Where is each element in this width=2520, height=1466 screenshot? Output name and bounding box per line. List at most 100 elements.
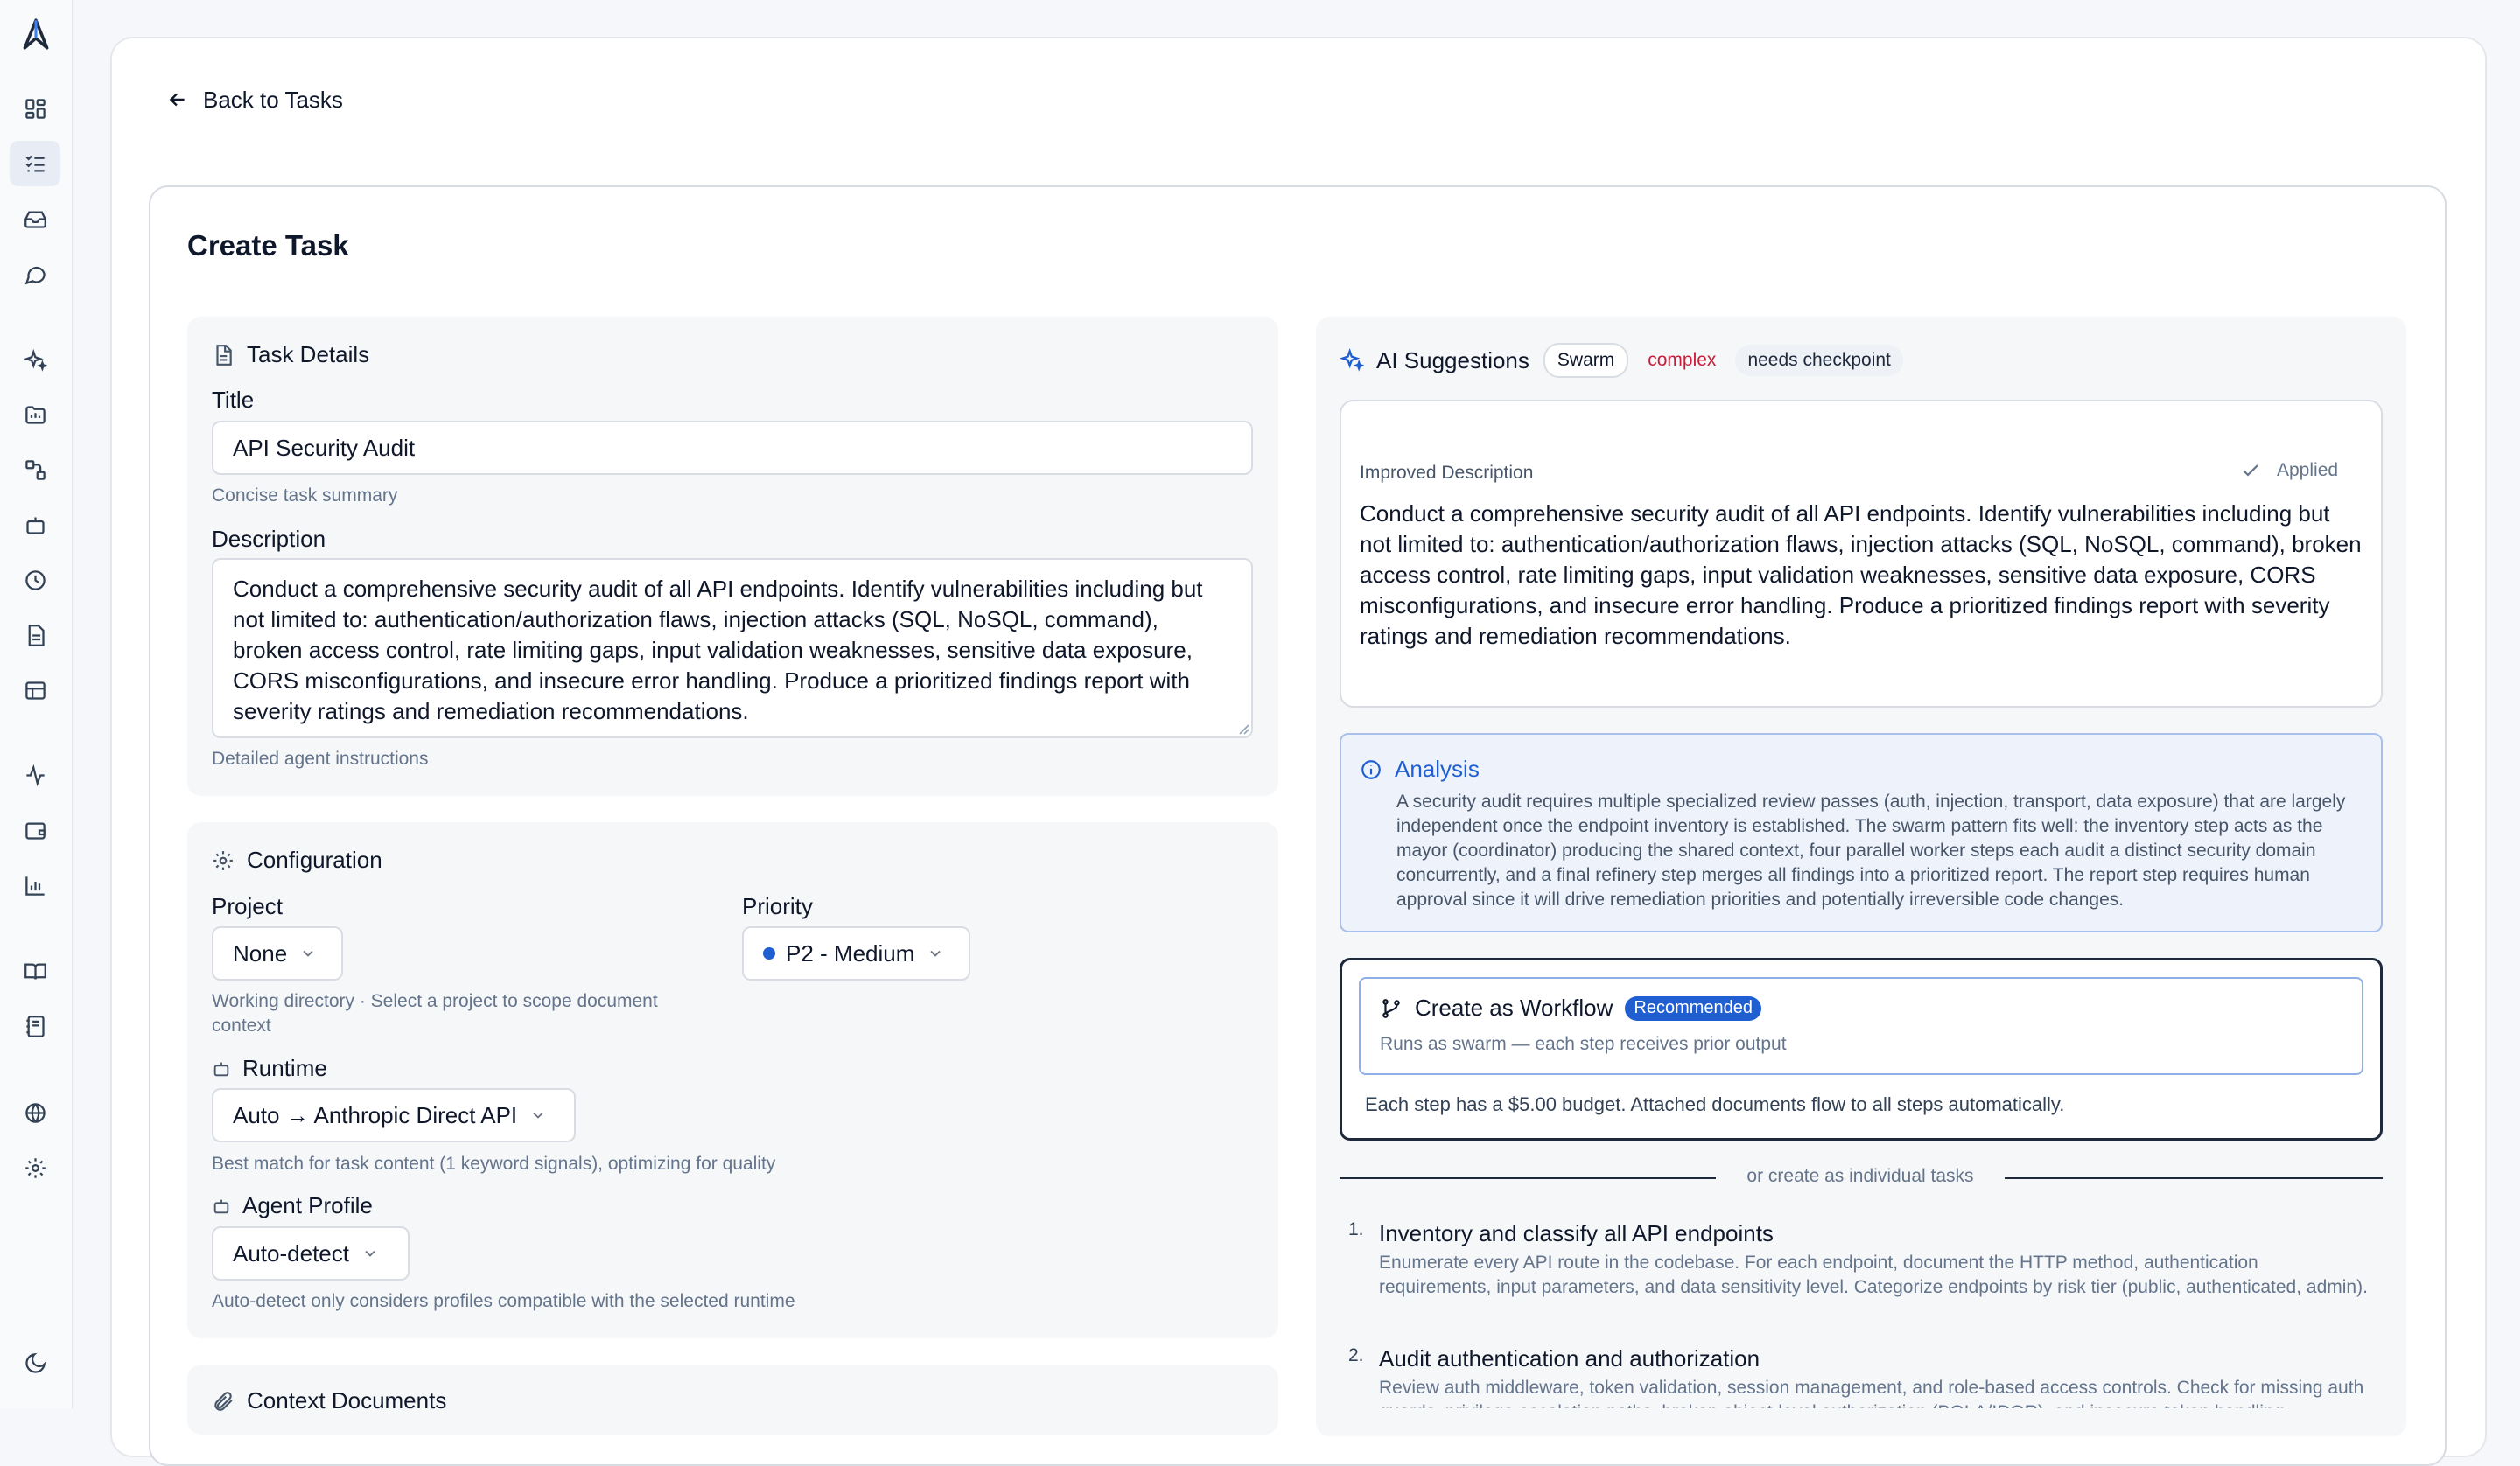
sidebar-item-settings[interactable] [10, 1145, 60, 1190]
sparkles-icon [23, 348, 47, 373]
improved-description-label: Improved Description [1360, 463, 1534, 483]
chat-bubble-icon [24, 262, 47, 286]
analysis-header: Analysis [1360, 756, 1480, 783]
ai-suggestions-header: AI Suggestions Swarm complex needs check… [1340, 343, 1903, 378]
dashboard-icon [24, 97, 47, 121]
app-logo-icon[interactable] [19, 17, 52, 51]
create-as-workflow-button[interactable] [1359, 977, 2363, 1075]
project-label: Project [212, 893, 283, 919]
gear-icon [24, 1156, 47, 1180]
project-select-value: None [233, 939, 288, 967]
sparkles-icon [1340, 348, 1364, 373]
ai-suggestions-title: AI Suggestions [1376, 346, 1530, 373]
sidebar-item-documents[interactable] [10, 612, 60, 658]
swarm-tag: Swarm [1543, 343, 1629, 378]
sidebar-item-agents[interactable] [10, 502, 60, 548]
sidebar-item-ai[interactable] [10, 338, 60, 383]
chevron-down-icon [361, 1245, 379, 1262]
project-select[interactable]: None [212, 926, 343, 981]
workflow-title-row: Create as Workflow Recommended [1380, 995, 1761, 1022]
check-icon [2240, 460, 2261, 481]
task-details-heading: Task Details [212, 341, 369, 368]
agent-profile-select-value: Auto-detect [233, 1239, 349, 1267]
title-label: Title [212, 387, 255, 413]
sidebar-item-web[interactable] [10, 1090, 60, 1135]
sidebar-item-tables[interactable] [10, 667, 60, 713]
document-icon [24, 624, 47, 647]
task-number: 2. [1348, 1345, 1364, 1365]
sidebar-item-docs[interactable] [10, 948, 60, 994]
priority-dot [763, 947, 775, 960]
paperclip-icon [212, 1390, 234, 1413]
sidebar-item-dashboard[interactable] [10, 86, 60, 131]
sidebar-item-wallet[interactable] [10, 807, 60, 853]
suggested-task-title[interactable]: Inventory and classify all API endpoints [1379, 1220, 1774, 1247]
theme-toggle[interactable] [10, 1340, 60, 1386]
sidebar-item-tasks[interactable] [10, 141, 60, 186]
configuration-heading: Configuration [212, 847, 382, 874]
inbox-icon [24, 207, 47, 231]
suggested-task-description: Review auth middleware, token validation… [1379, 1378, 2364, 1408]
complex-tag: complex [1648, 350, 1717, 370]
file-text-icon [212, 344, 234, 366]
chevron-down-icon [927, 945, 944, 962]
globe-icon [24, 1101, 47, 1125]
description-hint: Detailed agent instructions [212, 749, 429, 769]
budget-text: Each step has a $5.00 budget. Attached d… [1365, 1093, 2065, 1115]
sidebar-item-projects[interactable] [10, 392, 60, 437]
sidebar-item-activity[interactable] [10, 752, 60, 798]
project-hint: Working directory · Select a project to … [212, 991, 658, 1036]
runtime-select-value: Auto → Anthropic Direct API [233, 1101, 518, 1128]
analysis-text: A security audit requires multiple speci… [1396, 792, 2346, 910]
priority-select[interactable]: P2 - Medium [742, 926, 970, 981]
divider-right [2005, 1177, 2383, 1179]
bot-icon [212, 1059, 231, 1079]
workflow-icon [24, 458, 47, 482]
folder-icon [24, 403, 47, 427]
description-textarea[interactable]: Conduct a comprehensive security audit o… [212, 558, 1253, 738]
sidebar-item-chat[interactable] [10, 251, 60, 297]
agent-profile-label: Agent Profile [242, 1192, 373, 1218]
bot-icon [212, 1197, 231, 1216]
divider-left [1340, 1177, 1716, 1179]
bar-chart-icon [24, 874, 47, 897]
back-label: Back to Tasks [203, 86, 343, 113]
git-branch-icon [1380, 997, 1403, 1020]
agent-profile-select[interactable]: Auto-detect [212, 1226, 410, 1281]
runtime-select[interactable]: Auto → Anthropic Direct API [212, 1088, 576, 1142]
task-list-icon [24, 152, 47, 176]
recommended-badge: Recommended [1625, 995, 1761, 1021]
suggested-task-description: Enumerate every API route in the codebas… [1379, 1253, 2368, 1297]
runtime-hint: Best match for task content (1 keyword s… [212, 1154, 776, 1174]
chevron-down-icon [299, 945, 317, 962]
priority-select-value: P2 - Medium [786, 939, 915, 967]
title-hint: Concise task summary [212, 485, 398, 506]
suggested-task-title[interactable]: Audit authentication and authorization [1379, 1345, 1760, 1372]
book-open-icon [24, 960, 47, 983]
sidebar-item-inbox[interactable] [10, 196, 60, 241]
title-input[interactable]: API Security Audit [212, 421, 1253, 475]
needs-checkpoint-tag: needs checkpoint [1735, 345, 1903, 376]
info-icon [1360, 758, 1382, 781]
resize-handle-icon[interactable] [1237, 723, 1250, 735]
gear-icon [212, 849, 234, 872]
clock-icon [24, 569, 47, 592]
bot-icon [24, 513, 47, 537]
applied-label: Applied [2277, 460, 2339, 480]
improved-description-text: Conduct a comprehensive security audit o… [1360, 500, 2362, 649]
sidebar-item-analytics[interactable] [10, 862, 60, 908]
back-to-tasks-link[interactable]: Back to Tasks [166, 84, 343, 115]
priority-label: Priority [742, 893, 813, 919]
sidebar-item-notebook[interactable] [10, 1003, 60, 1049]
sidebar-item-history[interactable] [10, 557, 60, 603]
agent-profile-hint: Auto-detect only considers profiles comp… [212, 1291, 795, 1311]
task-number: 1. [1348, 1219, 1364, 1239]
moon-icon [24, 1351, 47, 1375]
applied-status: Applied [2240, 460, 2338, 481]
sidebar-item-workflows[interactable] [10, 447, 60, 492]
divider-text: or create as individual tasks [1746, 1166, 1974, 1186]
page-title: Create Task [187, 229, 349, 262]
workflow-subtitle: Runs as swarm — each step receives prior… [1380, 1034, 1787, 1054]
activity-icon [24, 764, 47, 787]
workflow-title: Create as Workflow [1415, 995, 1614, 1021]
